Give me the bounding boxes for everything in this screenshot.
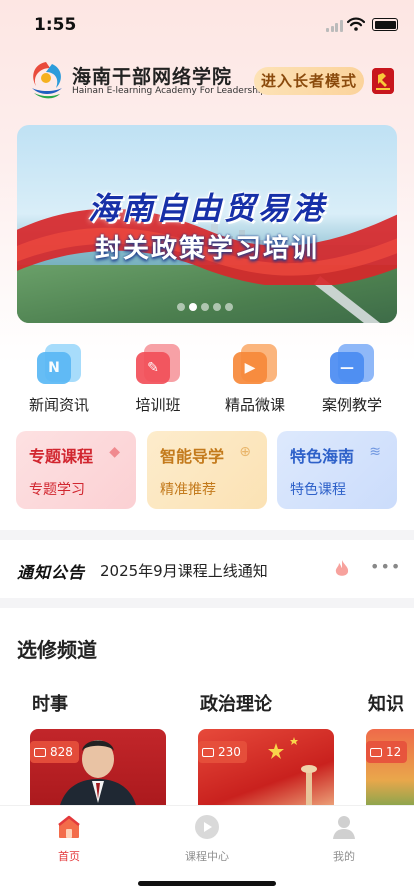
case-teaching-icon: — — [330, 342, 374, 386]
micro-course-icon: ▶ — [233, 342, 277, 386]
channel-name: 时事 — [32, 694, 68, 715]
cellular-signal-icon — [326, 20, 343, 32]
more-icon[interactable]: ••• — [370, 557, 401, 576]
channel-thumbnail[interactable]: 230 — [198, 729, 334, 805]
elder-mode-button[interactable]: 进入长者模式 — [254, 67, 364, 95]
news-icon: N — [37, 342, 81, 386]
notice-text[interactable]: 2025年9月课程上线通知 — [100, 560, 268, 581]
channel-name: 政治理论 — [200, 694, 272, 715]
course-count-badge: 230 — [198, 741, 247, 763]
target-icon: ⊕ — [239, 444, 251, 460]
elective-channels: 时事 828 政治理论 230 知识 12 — [0, 690, 414, 805]
training-class-icon: ✎ — [136, 342, 180, 386]
battery-icon — [372, 18, 398, 31]
flame-icon — [335, 560, 349, 576]
folder-icon — [34, 748, 46, 757]
tab-course-center[interactable]: 课程中心 — [157, 814, 257, 864]
quick-item-micro-course[interactable]: ▶ 精品微课 — [210, 342, 300, 415]
card-subtitle: 精准推荐 — [160, 482, 216, 498]
app-header: 海南干部网络学院 Hainan E-learning Academy For L… — [26, 58, 398, 104]
quick-item-news[interactable]: N 新闻资讯 — [14, 342, 104, 415]
section-divider — [0, 530, 414, 540]
course-count-badge: 828 — [30, 741, 79, 763]
banner-subtitle: 封关政策学习培训 — [94, 234, 319, 264]
carousel-indicator[interactable] — [177, 303, 277, 313]
channel-name: 知识 — [368, 694, 404, 715]
card-subtitle: 专题学习 — [29, 482, 85, 498]
tab-mine[interactable]: 我的 — [294, 814, 394, 864]
quick-item-label: 新闻资讯 — [28, 396, 89, 414]
home-indicator — [138, 881, 276, 886]
quick-item-label: 案例教学 — [321, 396, 382, 414]
home-icon — [58, 815, 80, 838]
tag-icon: ◆ — [109, 444, 120, 460]
play-circle-icon — [195, 815, 219, 839]
tab-label: 课程中心 — [185, 850, 229, 863]
status-bar: 1:55 — [0, 0, 414, 50]
card-smart-guide[interactable]: 智能导学 精准推荐 ⊕ — [147, 431, 267, 509]
user-icon — [333, 816, 355, 839]
card-topic-courses[interactable]: 专题课程 专题学习 ◆ — [16, 431, 136, 509]
academy-logo — [32, 62, 62, 99]
channel-thumbnail[interactable]: 12 — [366, 729, 414, 805]
status-time: 1:55 — [34, 15, 77, 35]
quick-menu: N 新闻资讯 ✎ 培训班 ▶ 精品微课 — 案例教学 — [0, 342, 414, 417]
promo-banner[interactable]: 海南自由贸易港 封关政策学习培训 — [17, 125, 397, 323]
folder-icon — [202, 748, 214, 757]
quick-item-label: 精品微课 — [224, 396, 285, 414]
course-count-badge: 12 — [366, 741, 408, 763]
channel-thumbnail[interactable]: 828 — [30, 729, 166, 805]
section-divider — [0, 598, 414, 608]
card-subtitle: 特色课程 — [290, 482, 346, 498]
notice-label: 通知公告 — [17, 563, 86, 582]
folder-icon — [370, 748, 382, 757]
feature-cards: 专题课程 专题学习 ◆ 智能导学 精准推荐 ⊕ 特色海南 特色课程 ≋ — [0, 431, 414, 509]
channel-political-theory[interactable]: 政治理论 230 — [198, 690, 338, 805]
banner-title: 海南自由贸易港 — [88, 191, 326, 227]
tab-label: 首页 — [58, 850, 80, 863]
quick-item-case-teaching[interactable]: — 案例教学 — [307, 342, 397, 415]
quick-item-label: 培训班 — [135, 396, 181, 414]
wave-icon: ≋ — [369, 444, 381, 460]
tab-home[interactable]: 首页 — [19, 814, 119, 864]
section-title-electives: 选修频道 — [17, 638, 97, 662]
notice-bar[interactable]: 通知公告 2025年9月课程上线通知 ••• — [0, 540, 414, 598]
brand-subtitle: Hainan E-learning Academy For Leadership — [72, 86, 267, 96]
card-featured-hainan[interactable]: 特色海南 特色课程 ≋ — [277, 431, 397, 509]
brand-name: 海南干部网络学院 — [72, 66, 233, 88]
quick-item-training[interactable]: ✎ 培训班 — [113, 342, 203, 415]
wifi-icon — [347, 17, 365, 31]
tab-label: 我的 — [333, 850, 355, 863]
channel-knowledge[interactable]: 知识 12 — [366, 690, 414, 805]
party-emblem-icon[interactable] — [372, 68, 394, 94]
channel-current-affairs[interactable]: 时事 828 — [30, 690, 170, 805]
